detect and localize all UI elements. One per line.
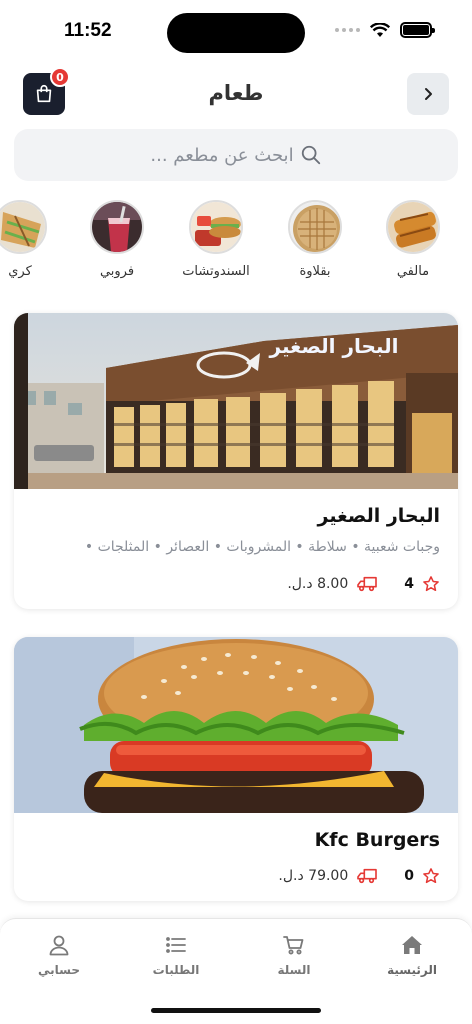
category-label: مالفي (396, 264, 430, 279)
nav-label: الطلبات (152, 963, 200, 977)
battery-icon (400, 22, 435, 38)
restaurant-card[interactable]: Kfc Burgers 0 79.00 د.ل. (14, 637, 458, 901)
user-icon (49, 935, 69, 956)
restaurant-meta: 4 8.00 د.ل. (32, 575, 440, 593)
star-icon (423, 868, 439, 884)
status-icons (335, 22, 435, 38)
status-bar: 11:52 (0, 0, 472, 62)
nav-orders[interactable]: الطلبات (131, 933, 221, 977)
dynamic-island (167, 13, 305, 53)
star-icon (423, 576, 439, 592)
wifi-icon (370, 22, 390, 37)
category-image-crepe (0, 200, 47, 254)
category-item[interactable]: فروبي (77, 200, 157, 279)
nav-label: حسابي (37, 963, 80, 977)
delivery-truck-icon (357, 868, 378, 884)
category-image-sandwich (189, 200, 243, 254)
cart-icon (283, 936, 304, 955)
category-item[interactable]: السندوتشات (176, 200, 256, 279)
restaurant-rating: 4 (404, 576, 414, 592)
category-item[interactable]: كري (0, 200, 60, 279)
search-icon (301, 145, 320, 165)
category-label: فروبي (99, 264, 135, 279)
search-input[interactable]: ابحث عن مطعم ... (14, 129, 458, 181)
restaurant-card[interactable]: البحار الصغير البحار الصغير وجبات شعبية … (14, 313, 458, 609)
category-image-baklava (288, 200, 342, 254)
restaurant-image: البحار الصغير (14, 313, 458, 489)
back-button[interactable] (407, 73, 449, 115)
restaurant-meta: 0 79.00 د.ل. (32, 867, 440, 885)
category-list: مالفي بقلاوة السندوتشات فروبي كري (0, 200, 472, 300)
home-icon (402, 936, 422, 954)
category-image-juice (90, 200, 144, 254)
delivery-price: 79.00 د.ل. (278, 868, 349, 884)
restaurant-image (14, 637, 458, 813)
category-label: كري (8, 264, 32, 279)
delivery-truck-icon (357, 576, 378, 592)
home-indicator (151, 1008, 321, 1013)
search-placeholder: ابحث عن مطعم ... (150, 144, 294, 166)
nav-home[interactable]: الرئيسية (367, 933, 457, 977)
chevron-right-icon (425, 88, 432, 100)
signal-icon (335, 28, 360, 32)
category-item[interactable]: مالفي (373, 200, 453, 279)
restaurant-name: Kfc Burgers (314, 829, 440, 851)
nav-account[interactable]: حسابي (14, 933, 104, 977)
app-header: 0 طعام (0, 67, 472, 118)
nav-label: السلة (277, 963, 311, 977)
nav-label: الرئيسية (387, 963, 437, 977)
restaurant-name: البحار الصغير (317, 505, 440, 527)
nav-cart[interactable]: السلة (249, 933, 339, 977)
category-label: بقلاوة (299, 264, 331, 279)
list-icon (166, 937, 186, 953)
category-label: السندوتشات (182, 264, 250, 279)
status-time: 11:52 (64, 20, 112, 41)
sign-text: البحار الصغير (269, 334, 399, 358)
restaurant-tags: وجبات شعبية • سلاطة • المشروبات • العصائ… (84, 539, 440, 555)
page-title: طعام (208, 81, 264, 105)
restaurant-rating: 0 (404, 868, 414, 884)
delivery-price: 8.00 د.ل. (287, 576, 349, 592)
category-item[interactable]: بقلاوة (275, 200, 355, 279)
category-image-flatbread (386, 200, 440, 254)
